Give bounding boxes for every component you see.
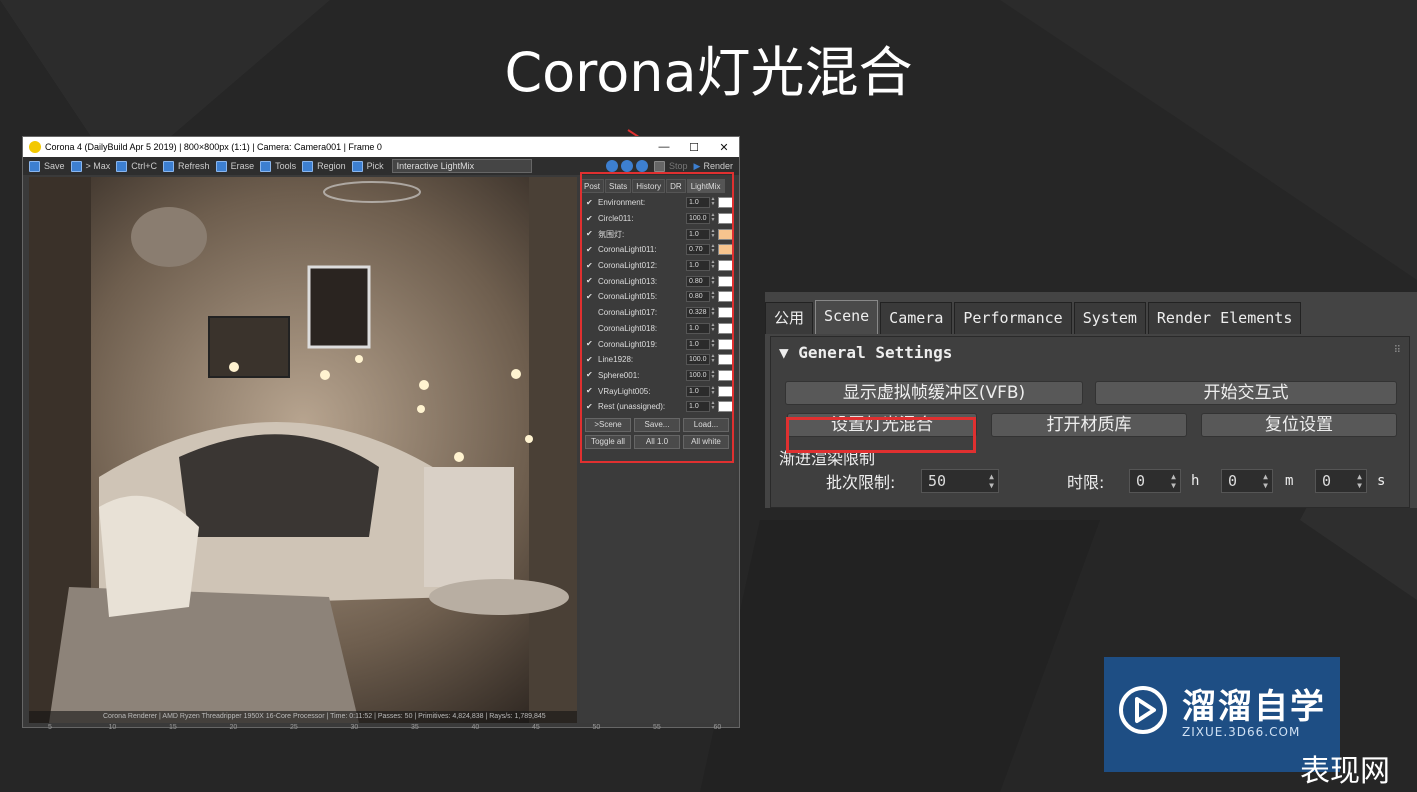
timeline-ruler: 5 10 15 20 25 30 35 40 45 50 55 60 — [22, 724, 740, 734]
rendered-image: Corona Renderer | AMD Ryzen Threadripper… — [29, 177, 577, 723]
refresh-button[interactable]: Refresh — [163, 160, 210, 172]
spinner-arrows-icon: ▲ ▼ — [989, 472, 994, 490]
minutes-unit: m — [1285, 473, 1294, 489]
pass-limit-label: 批次限制: — [826, 473, 896, 492]
pick-button[interactable]: Pick — [351, 160, 384, 172]
logo-chinese-text: 溜溜自学 — [1182, 687, 1326, 727]
render-tab-3[interactable]: Performance — [954, 302, 1072, 334]
render-tab-4[interactable]: System — [1073, 302, 1146, 334]
play-logo-icon — [1119, 686, 1167, 734]
erase-button[interactable]: Erase — [215, 160, 254, 172]
spinner-arrows-icon: ▲ ▼ — [1357, 472, 1362, 490]
stop-icon — [654, 160, 666, 172]
render-button[interactable]: ▶ Render — [694, 161, 733, 172]
logo-url-text: ZIXUE.3D66.COM — [1182, 725, 1301, 739]
seconds-unit: s — [1377, 473, 1386, 489]
hours-unit: h — [1191, 473, 1200, 489]
render-mode-select[interactable]: Interactive LightMix — [391, 159, 532, 173]
save-icon — [29, 160, 40, 172]
general-settings-title[interactable]: ▼ General Settings — [779, 343, 952, 362]
tools-button[interactable]: Tools — [260, 160, 296, 172]
vfb-title: Corona 4 (DailyBuild Apr 5 2019) | 800×8… — [45, 142, 382, 152]
region-button[interactable]: Region — [302, 160, 346, 172]
render-setup-panel: 公用 Scene Camera Performance System Render Ele… — [765, 292, 1417, 508]
ruler-tick-label: 15 — [169, 724, 177, 731]
spinner-arrows-icon: ▲ ▼ — [1263, 472, 1268, 490]
slide-title: Corona灯光混合 — [504, 41, 913, 104]
render-tab-0[interactable]: 公用 — [765, 302, 814, 334]
ruler-tick-label: 30 — [350, 724, 359, 731]
ctrlc-button[interactable]: Ctrl+C — [116, 160, 157, 172]
max-icon — [70, 160, 82, 172]
rollout-grip-icon: ⠿ — [1393, 345, 1401, 356]
render-play-icon: ▶ — [693, 160, 701, 171]
save-button[interactable]: Save — [29, 160, 65, 172]
maximize-button[interactable]: ☐ — [679, 141, 709, 154]
zoom-fit-icon[interactable] — [636, 160, 649, 172]
vfb-titlebar: Corona 4 (DailyBuild Apr 5 2019) | 800×8… — [23, 137, 739, 157]
render-tab-5[interactable]: Render Elements — [1147, 302, 1302, 334]
ruler-tick-label: 10 — [108, 724, 117, 731]
ruler-tick-label: 35 — [411, 724, 419, 731]
open-material-library-button[interactable]: 打开材质库 — [991, 413, 1187, 437]
spinner-arrows-icon: ▲ ▼ — [1171, 472, 1176, 490]
setup-lightmix-highlight-box — [786, 417, 976, 453]
erase-icon — [215, 160, 227, 172]
refresh-icon — [163, 160, 175, 172]
time-limit-label: 时限: — [1067, 473, 1105, 492]
minimize-button[interactable]: — — [649, 141, 679, 153]
time-seconds-spinner[interactable]: 0 ▲ ▼ — [1315, 469, 1367, 493]
lightmix-highlight-box — [580, 172, 734, 463]
region-icon — [302, 160, 314, 172]
ruler-tick-label: 60 — [713, 724, 722, 731]
footer-partial-text: 表现网 — [1300, 754, 1390, 789]
zoom-out-icon[interactable] — [621, 160, 634, 172]
render-setup-tabs: 公用 Scene Camera Performance System Render Ele… — [765, 300, 1303, 334]
render-tab-1[interactable]: Scene — [815, 300, 879, 334]
render-tab-2[interactable]: Camera — [880, 302, 953, 334]
ruler-tick-label: 55 — [653, 724, 661, 731]
time-hours-spinner[interactable]: 0 ▲ ▼ — [1129, 469, 1181, 493]
close-button[interactable]: ✕ — [709, 141, 739, 154]
pick-icon — [351, 160, 363, 172]
time-minutes-spinner[interactable]: 0 ▲ ▼ — [1221, 469, 1273, 493]
zoom-in-icon[interactable] — [606, 160, 619, 172]
show-vfb-button[interactable]: 显示虚拟帧缓冲区(VFB) — [785, 381, 1083, 405]
bedroom-render-image — [29, 177, 577, 723]
pass-limit-spinner[interactable]: 50 ▲ ▼ — [921, 469, 999, 493]
max-button[interactable]: > Max — [70, 160, 110, 172]
ruler-tick-label: 20 — [229, 724, 238, 731]
corona-smiley-icon — [29, 141, 41, 153]
ruler-tick-label: 25 — [290, 724, 298, 731]
ruler-tick-label: 50 — [592, 724, 601, 731]
ruler-tick-label: 45 — [532, 724, 540, 731]
render-status-strip: Corona Renderer | AMD Ryzen Threadripper… — [29, 711, 577, 723]
stop-button[interactable]: Stop — [654, 160, 688, 172]
ruler-tick-label: 40 — [471, 724, 480, 731]
reset-settings-button[interactable]: 复位设置 — [1201, 413, 1397, 437]
ruler-tick-label: 5 — [48, 724, 52, 731]
tools-icon — [260, 160, 272, 172]
start-interactive-button[interactable]: 开始交互式 — [1095, 381, 1397, 405]
copy-icon — [116, 160, 128, 172]
